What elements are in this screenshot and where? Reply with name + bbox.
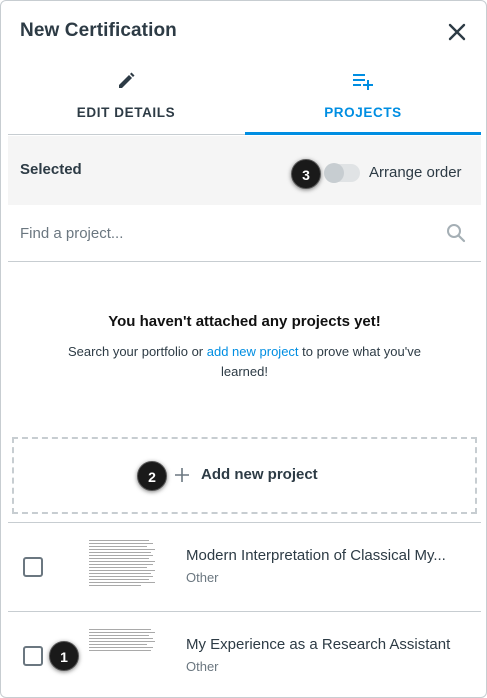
project-checkbox[interactable] xyxy=(23,557,43,577)
add-new-project-link[interactable]: add new project xyxy=(207,344,299,359)
plus-icon xyxy=(175,468,189,482)
add-new-project-button[interactable]: 2 Add new project xyxy=(12,437,477,514)
panel-header: New Certification xyxy=(1,1,486,63)
callout-badge-1: 1 xyxy=(49,641,79,671)
tab-edit-details[interactable]: EDIT DETAILS xyxy=(8,63,244,135)
playlist-add-icon xyxy=(353,74,373,90)
project-row[interactable]: 1 My Experience as a Research Assistant … xyxy=(8,612,481,697)
empty-state-heading: You haven't attached any projects yet! xyxy=(108,313,381,330)
tab-edit-details-label: EDIT DETAILS xyxy=(76,105,176,120)
project-thumbnail xyxy=(87,537,157,593)
project-thumbnail xyxy=(87,626,157,682)
selected-label: Selected xyxy=(20,161,82,178)
project-title[interactable]: Modern Interpretation of Classical My... xyxy=(186,547,471,564)
tab-projects-label: PROJECTS xyxy=(324,105,402,120)
project-category: Other xyxy=(186,570,219,585)
empty-state-text-before: Search your portfolio or xyxy=(68,344,207,359)
selected-bar: Selected 3 Arrange order xyxy=(8,136,481,205)
close-icon xyxy=(448,23,466,41)
project-category: Other xyxy=(186,659,219,674)
project-row[interactable]: Modern Interpretation of Classical My...… xyxy=(8,523,481,611)
arrange-order-label: Arrange order xyxy=(369,164,462,181)
callout-badge-3: 3 xyxy=(291,159,321,189)
callout-badge-2: 2 xyxy=(137,461,167,491)
search-input[interactable] xyxy=(20,221,420,245)
project-title[interactable]: My Experience as a Research Assistant xyxy=(186,636,471,653)
search-row xyxy=(8,205,481,262)
empty-state-text: Search your portfolio or add new project… xyxy=(61,342,428,382)
arrange-order-toggle[interactable] xyxy=(324,163,360,183)
toggle-knob xyxy=(324,163,344,183)
new-certification-panel: New Certification EDIT DETAILS PROJECTS xyxy=(0,0,487,698)
panel-title: New Certification xyxy=(20,20,177,41)
tab-projects[interactable]: PROJECTS xyxy=(245,63,481,135)
pencil-icon xyxy=(119,72,135,88)
search-icon[interactable] xyxy=(446,223,466,243)
project-checkbox[interactable] xyxy=(23,646,43,666)
add-new-project-label: Add new project xyxy=(201,466,318,483)
close-button[interactable] xyxy=(445,20,469,44)
tab-bar: EDIT DETAILS PROJECTS xyxy=(8,63,481,135)
